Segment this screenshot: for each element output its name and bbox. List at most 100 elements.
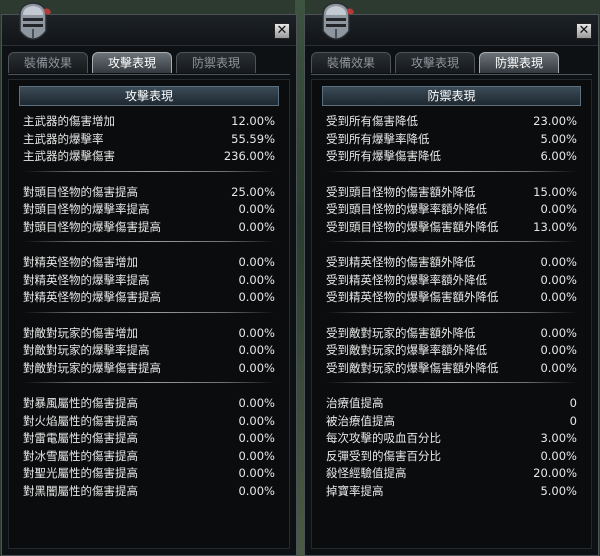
stat-label: 主武器的傷害增加: [23, 114, 115, 128]
stat-label: 治療值提高: [326, 396, 384, 410]
stat-label: 掉寶率提高: [326, 483, 384, 498]
stat-value: 0.00%: [540, 360, 577, 375]
stat-value: 0.00%: [238, 483, 275, 498]
group-separator: [326, 241, 577, 242]
stat-value: 0.00%: [540, 325, 577, 340]
stat-row: 殺怪經驗值提高 20.00%: [326, 464, 577, 482]
stat-row: 掉寶率提高 5.00%: [326, 482, 577, 500]
stat-label: 受到所有爆擊傷害降低: [326, 149, 441, 163]
stat-label: 每次攻擊的吸血百分比: [326, 431, 441, 445]
stat-label: 受到頭目怪物的爆擊率額外降低: [326, 202, 487, 216]
stat-value: 13.00%: [533, 219, 577, 234]
stat-row: 受到敵對玩家的傷害額外降低 0.00%: [326, 324, 577, 342]
tab-equipment-effects[interactable]: 裝備效果: [311, 52, 391, 73]
stat-row: 對敵對玩家的爆擊傷害提高 0.00%: [23, 359, 275, 377]
stat-row: 對敵對玩家的爆擊率提高 0.00%: [23, 341, 275, 359]
stat-row: 對精英怪物的爆擊率提高 0.00%: [23, 271, 275, 289]
tab-defense-performance[interactable]: 防禦表現: [479, 52, 559, 73]
stat-row: 對聖光屬性的傷害提高 0.00%: [23, 464, 275, 482]
group-separator: [23, 311, 275, 313]
tab-bar: 裝備效果 攻擊表現 防禦表現: [311, 52, 592, 74]
stat-label: 對冰雪屬性的傷害提高: [23, 448, 138, 463]
stat-value: 20.00%: [533, 466, 577, 480]
stat-label: 反彈受到的傷害百分比: [326, 448, 441, 463]
stat-row: 每次攻擊的吸血百分比 3.00%: [326, 429, 577, 447]
stat-value: 0.00%: [238, 466, 275, 480]
stat-label: 對黑闇屬性的傷害提高: [23, 483, 138, 498]
tab-attack-performance[interactable]: 攻擊表現: [92, 52, 172, 73]
group-separator: [23, 241, 275, 242]
stat-value: 6.00%: [540, 149, 577, 163]
stat-row: 受到精英怪物的傷害額外降低 0.00%: [326, 253, 577, 271]
stat-label: 受到敵對玩家的傷害額外降低: [326, 325, 476, 340]
stat-value: 5.00%: [540, 483, 577, 498]
tab-attack-performance[interactable]: 攻擊表現: [395, 52, 475, 73]
stat-row: 主武器的爆擊率 55.59%: [23, 130, 275, 148]
stat-value: 0.00%: [238, 431, 275, 445]
stat-row: 受到精英怪物的爆擊傷害額外降低 0.00%: [326, 288, 577, 306]
helmet-icon: [19, 2, 51, 40]
close-button[interactable]: ✕: [576, 23, 592, 39]
stat-value: 5.00%: [540, 131, 577, 146]
stat-value: 0.00%: [238, 325, 275, 340]
stat-row: 受到所有爆擊傷害降低 6.00%: [326, 147, 577, 165]
stat-value: 0.00%: [238, 396, 275, 410]
stat-value: 0.00%: [238, 255, 275, 269]
stat-value: 0.00%: [238, 413, 275, 428]
attack-stats-list: 攻擊表現 主武器的傷害增加 12.00% 主武器的爆擊率 55.59% 主武器的爆擊傷害…: [8, 79, 290, 549]
stat-row: 對暴風屬性的傷害提高 0.00%: [23, 394, 275, 412]
stat-row: 受到敵對玩家的爆擊傷害額外降低 0.00%: [326, 359, 577, 377]
stat-label: 對暴風屬性的傷害提高: [23, 396, 138, 410]
stat-label: 對敵對玩家的爆擊率提高: [23, 343, 150, 357]
stat-value: 0.00%: [540, 202, 577, 216]
group-separator: [326, 382, 577, 383]
stat-value: 3.00%: [540, 431, 577, 445]
tab-equipment-effects[interactable]: 裝備效果: [8, 52, 88, 73]
stat-label: 主武器的爆擊傷害: [23, 149, 115, 163]
stat-value: 236.00%: [223, 149, 275, 163]
stat-value: 15.00%: [533, 184, 577, 199]
stat-row: 反彈受到的傷害百分比 0.00%: [326, 447, 577, 465]
stat-row: 對火焰屬性的傷害提高 0.00%: [23, 412, 275, 430]
stat-label: 對頭目怪物的爆擊率提高: [23, 202, 150, 216]
stat-row: 對精英怪物的傷害增加 0.00%: [23, 253, 275, 271]
stat-label: 對敵對玩家的爆擊傷害提高: [23, 360, 161, 375]
stat-row: 受到所有傷害降低 23.00%: [326, 112, 577, 130]
stat-label: 對精英怪物的爆擊傷害提高: [23, 290, 161, 304]
stat-label: 受到所有爆擊率降低: [326, 131, 430, 146]
stat-label: 對敵對玩家的傷害增加: [23, 325, 138, 340]
helmet-icon: [322, 2, 354, 40]
stat-value: 23.00%: [533, 114, 577, 128]
attack-stats-window: ✕ 裝備效果 攻擊表現 防禦表現 攻擊表現 主武器的傷害增加 12.00% 主武器的…: [1, 2, 297, 556]
stat-row: 對雷電屬性的傷害提高 0.00%: [23, 429, 275, 447]
stat-row: 受到頭目怪物的爆擊率額外降低 0.00%: [326, 200, 577, 218]
close-button[interactable]: ✕: [274, 23, 290, 39]
stat-row: 對敵對玩家的傷害增加 0.00%: [23, 324, 275, 342]
stat-row: 治療值提高 0: [326, 394, 577, 412]
stat-row: 對頭目怪物的傷害提高 25.00%: [23, 183, 275, 201]
stat-value: 0.00%: [238, 360, 275, 375]
defense-stats-list: 防禦表現 受到所有傷害降低 23.00% 受到所有爆擊率降低 5.00% 受到所有爆擊傷…: [311, 79, 592, 549]
stat-value: 0: [569, 396, 577, 410]
stat-label: 受到敵對玩家的爆擊傷害額外降低: [326, 360, 499, 375]
tab-defense-performance[interactable]: 防禦表現: [176, 52, 256, 73]
stat-value: 0.00%: [540, 343, 577, 357]
stat-value: 0.00%: [540, 448, 577, 463]
stat-label: 受到精英怪物的爆擊率額外降低: [326, 272, 487, 287]
stat-row: 對精英怪物的爆擊傷害提高 0.00%: [23, 288, 275, 306]
stat-value: 12.00%: [231, 114, 275, 128]
stat-row: 被治療值提高 0: [326, 412, 577, 430]
stat-label: 對精英怪物的爆擊率提高: [23, 272, 150, 287]
defense-stats-window: ✕ 裝備效果 攻擊表現 防禦表現 防禦表現 受到所有傷害降低 23.00% 受到所有…: [304, 2, 599, 556]
stat-label: 受到精英怪物的爆擊傷害額外降低: [326, 290, 499, 304]
stat-row: 受到頭目怪物的傷害額外降低 15.00%: [326, 183, 577, 201]
stat-label: 殺怪經驗值提高: [326, 466, 407, 480]
stat-label: 對頭目怪物的傷害提高: [23, 184, 138, 199]
stat-label: 對精英怪物的傷害增加: [23, 255, 138, 269]
stat-label: 對火焰屬性的傷害提高: [23, 413, 138, 428]
tab-divider: [311, 74, 592, 75]
tab-bar: 裝備效果 攻擊表現 防禦表現: [8, 52, 290, 74]
tab-divider: [8, 74, 290, 75]
stat-row: 受到所有爆擊率降低 5.00%: [326, 130, 577, 148]
stat-row: 對黑闇屬性的傷害提高 0.00%: [23, 482, 275, 500]
